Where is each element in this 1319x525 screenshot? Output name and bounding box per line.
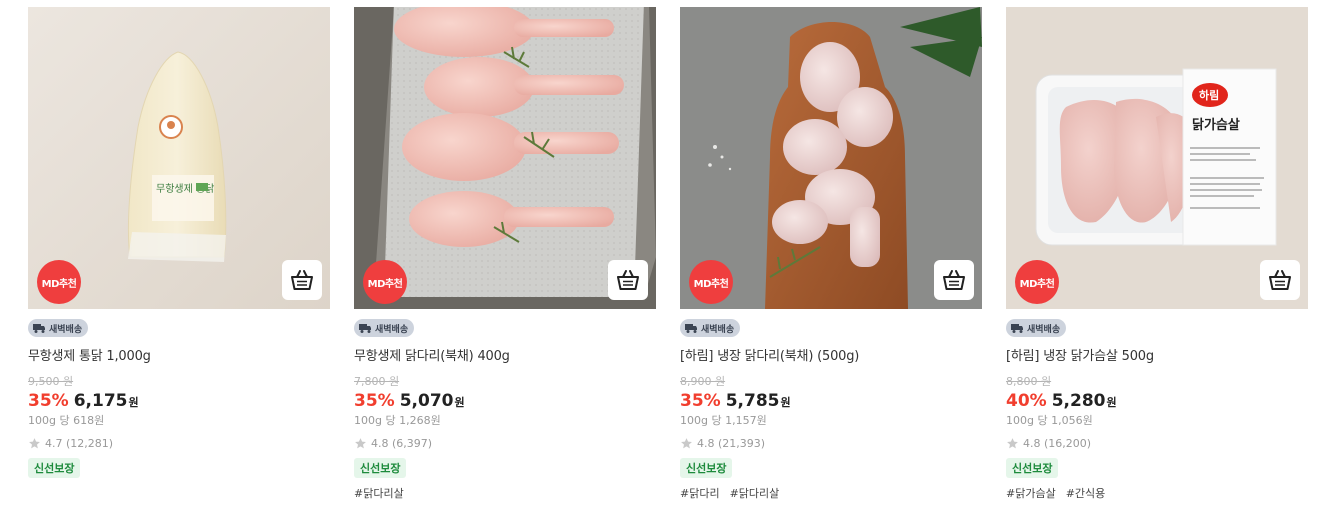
product-image[interactable]: MD추천 [354,7,656,309]
discount-rate: 40% [1006,391,1047,411]
rating: 4.8 (16,200) [1006,437,1308,450]
brand-logo-text: 하림 [1199,88,1219,102]
unit-price: 100g 당 618원 [28,414,105,427]
currency: 원 [780,396,791,409]
truck-icon [359,324,371,333]
product-image[interactable]: 하림 닭가슴살 MD추천 [1006,7,1308,309]
price-line: 35% 5,785 원 [680,391,982,411]
sale-price: 5,070 [399,391,454,411]
star-icon [355,438,366,449]
product-name[interactable]: [하림] 냉장 닭가슴살 500g [1006,345,1308,364]
product-card[interactable]: MD추천 새벽배송 [하림] 냉장 닭다리(북채) (500g) 8,900 원… [680,7,982,501]
md-recommend-badge: MD추천 [363,260,407,304]
truck-icon [1011,324,1023,333]
product-image[interactable]: MD추천 [680,7,982,309]
price-line: 35% 5,070 원 [354,391,656,411]
hashtag[interactable]: #닭가슴살 [1006,487,1056,500]
star-icon [29,438,40,449]
discount-rate: 35% [354,391,395,411]
delivery-badge: 새벽배송 [1006,319,1067,337]
fresh-guarantee-badge: 신선보장 [680,458,733,478]
currency: 원 [1106,396,1117,409]
truck-icon [685,324,697,333]
delivery-badge: 새벽배송 [354,319,415,337]
unit-price: 100g 당 1,056원 [1006,414,1093,427]
original-price: 9,500 원 [28,375,74,388]
rating: 4.8 (6,397) [354,437,656,450]
product-name[interactable]: [하림] 냉장 닭다리(북채) (500g) [680,345,982,364]
discount-rate: 35% [680,391,721,411]
star-icon [681,438,692,449]
add-to-cart-button[interactable] [282,260,322,300]
fresh-guarantee-badge: 신선보장 [1006,458,1059,478]
original-price: 8,800 원 [1006,375,1052,388]
currency: 원 [128,396,139,409]
rating: 4.8 (21,393) [680,437,982,450]
hashtag[interactable]: #간식용 [1066,487,1106,500]
fresh-guarantee-badge: 신선보장 [28,458,81,478]
original-price: 8,900 원 [680,375,726,388]
product-name[interactable]: 무항생제 닭다리(북채) 400g [354,345,656,364]
truck-icon [33,324,45,333]
delivery-badge: 새벽배송 [28,319,89,337]
cart-icon [943,270,965,290]
hashtag[interactable]: #닭다리살 [354,487,404,500]
product-card[interactable]: 하림 닭가슴살 MD추천 새벽배송 [하림] 냉장 닭가슴살 500g 8,80… [1006,7,1308,501]
cart-icon [291,270,313,290]
unit-price: 100g 당 1,268원 [354,414,441,427]
add-to-cart-button[interactable] [608,260,648,300]
package-title-text: 닭가슴살 [1192,117,1240,133]
hashtags: #닭다리살 [354,485,656,501]
hashtags: #닭가슴살 #간식용 [1006,485,1308,501]
delivery-badge: 새벽배송 [680,319,741,337]
md-recommend-badge: MD추천 [1015,260,1059,304]
unit-price: 100g 당 1,157원 [680,414,767,427]
currency: 원 [454,396,465,409]
add-to-cart-button[interactable] [1260,260,1300,300]
md-recommend-badge: MD추천 [37,260,81,304]
original-price: 7,800 원 [354,375,400,388]
product-card[interactable]: MD추천 새벽배송 무항생제 닭다리(북채) 400g 7,800 원 35% … [354,7,656,501]
cart-icon [617,270,639,290]
product-card[interactable]: 무항생제 통닭 MD추천 새벽배송 무항생제 통닭 1,000g 9,500 원… [28,7,330,478]
product-name[interactable]: 무항생제 통닭 1,000g [28,345,330,364]
star-icon [1007,438,1018,449]
sale-price: 5,785 [725,391,780,411]
rating: 4.7 (12,281) [28,437,330,450]
sale-price: 6,175 [73,391,128,411]
discount-rate: 35% [28,391,69,411]
sale-price: 5,280 [1051,391,1106,411]
hashtag[interactable]: #닭다리살 [730,487,780,500]
add-to-cart-button[interactable] [934,260,974,300]
md-recommend-badge: MD추천 [689,260,733,304]
price-line: 40% 5,280 원 [1006,391,1308,411]
hashtag[interactable]: #닭다리 [680,487,720,500]
product-image[interactable]: 무항생제 통닭 MD추천 [28,7,330,309]
cart-icon [1269,270,1291,290]
hashtags: #닭다리 #닭다리살 [680,485,982,501]
price-line: 35% 6,175 원 [28,391,330,411]
fresh-guarantee-badge: 신선보장 [354,458,407,478]
